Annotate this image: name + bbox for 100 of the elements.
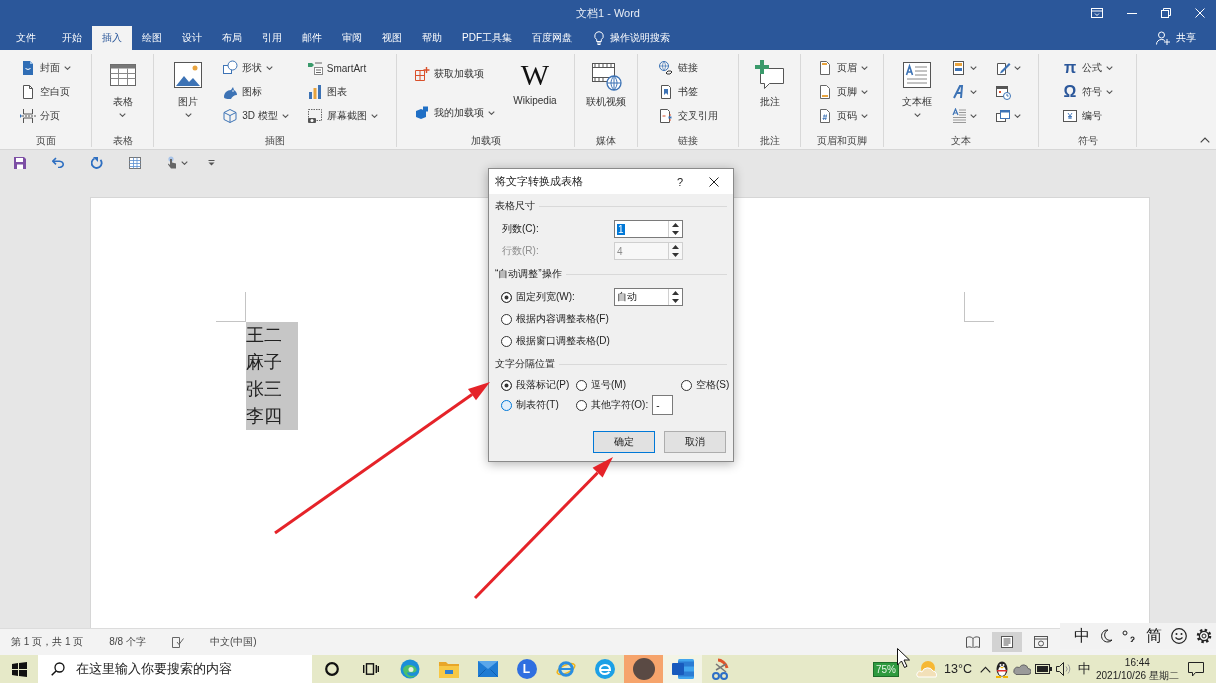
- settings-icon[interactable]: [1195, 628, 1212, 644]
- radio-button[interactable]: [681, 379, 692, 391]
- taskbar-app-button[interactable]: [663, 655, 702, 683]
- restore-icon[interactable]: [1161, 8, 1171, 18]
- customize-icon[interactable]: [208, 159, 215, 166]
- radio-button[interactable]: [501, 291, 512, 303]
- radio-option[interactable]: 根据内容调整表格(F): [501, 312, 614, 326]
- windows-logo-icon[interactable]: [11, 661, 27, 677]
- input-method-indicator[interactable]: 中: [1077, 660, 1091, 678]
- radio-option[interactable]: 固定列宽(W):: [501, 290, 614, 304]
- radio-button[interactable]: [501, 379, 512, 391]
- ribbon-button[interactable]: 形状: [219, 56, 277, 80]
- ribbon-button[interactable]: 我的加载项: [411, 100, 499, 125]
- ribbon-tab[interactable]: 百度网盘: [522, 26, 582, 50]
- ribbon-button[interactable]: 联机视频: [583, 56, 629, 134]
- search-field[interactable]: 在这里输入你要搜索的内容: [38, 655, 312, 683]
- ribbon-button[interactable]: 空白页: [17, 80, 73, 104]
- circle-icon[interactable]: [324, 662, 339, 676]
- share-button[interactable]: 共享: [1152, 26, 1200, 50]
- proofing-icon[interactable]: [171, 636, 184, 648]
- ribbon-button[interactable]: 获取加载项: [411, 61, 488, 86]
- view-button[interactable]: [992, 632, 1022, 652]
- cloud-icon[interactable]: [1012, 663, 1031, 675]
- ribbon-button[interactable]: 页眉: [813, 56, 871, 80]
- ribbon-button[interactable]: 文本框: [898, 56, 936, 134]
- script-toggle[interactable]: 简: [1145, 625, 1162, 647]
- ribbon-tab[interactable]: 布局: [212, 26, 252, 50]
- table-icon[interactable]: [129, 156, 141, 169]
- ribbon-button[interactable]: π 公式: [1059, 56, 1116, 80]
- undo-icon[interactable]: [52, 157, 65, 168]
- ribbon-tab[interactable]: 审阅: [332, 26, 372, 50]
- ribbon-button[interactable]: 页脚: [813, 80, 871, 104]
- radio-button[interactable]: [501, 313, 512, 325]
- chevron-up-icon[interactable]: [1200, 137, 1210, 143]
- hand-pointer-icon[interactable]: [167, 156, 177, 169]
- input-field[interactable]: -: [652, 395, 674, 415]
- spin-field[interactable]: 1: [614, 220, 683, 238]
- minimize-icon[interactable]: [1127, 12, 1137, 14]
- ribbon-tab[interactable]: 邮件: [292, 26, 332, 50]
- ribbon-button[interactable]: W Wikipedia: [510, 56, 560, 134]
- ribbon-tab[interactable]: 视图: [372, 26, 412, 50]
- save-icon[interactable]: [14, 156, 26, 169]
- up-arrow-icon[interactable]: [672, 223, 679, 227]
- close-icon[interactable]: [709, 176, 719, 187]
- radio-option[interactable]: 空格(S): [681, 378, 730, 392]
- speaker-icon[interactable]: [1055, 662, 1072, 676]
- temperature[interactable]: 13°C: [944, 662, 972, 676]
- up-arrow-icon[interactable]: [672, 291, 679, 295]
- smiley-icon[interactable]: [1170, 628, 1187, 644]
- ribbon-button[interactable]: 图表: [303, 80, 350, 104]
- radio-option[interactable]: 段落标记(P): [501, 378, 570, 392]
- caret-icon[interactable]: [181, 160, 188, 165]
- radio-option[interactable]: 逗号(M): [576, 378, 626, 392]
- ribbon-button[interactable]: 3D 模型: [219, 104, 292, 128]
- ribbon-button[interactable]: 编号: [1059, 104, 1105, 128]
- penguin-icon[interactable]: [994, 660, 1009, 678]
- radio-button[interactable]: [501, 399, 512, 411]
- notification-icon[interactable]: [1188, 661, 1204, 677]
- ribbon-tab[interactable]: 开始: [52, 26, 92, 50]
- language[interactable]: 中文(中国): [209, 635, 257, 649]
- clock-time[interactable]: 16:44: [1124, 656, 1150, 669]
- dialog-button[interactable]: 取消: [664, 431, 726, 453]
- radio-option[interactable]: 其他字符(O):: [576, 398, 649, 412]
- ribbon-tab[interactable]: 帮助: [412, 26, 452, 50]
- ribbon-button[interactable]: 页码: [813, 104, 871, 128]
- input-mode-toggle[interactable]: 中: [1074, 625, 1090, 647]
- ribbon-button[interactable]: 图标: [219, 80, 266, 104]
- punctuation-icon[interactable]: [1122, 630, 1137, 642]
- moon-icon[interactable]: [1099, 629, 1114, 643]
- ribbon-button[interactable]: 分页: [17, 104, 63, 128]
- ribbon-button[interactable]: 图片: [169, 56, 208, 134]
- caret-up-icon[interactable]: [979, 665, 991, 673]
- ribbon-button[interactable]: 书签: [655, 80, 701, 104]
- ribbon-tab[interactable]: 文件: [6, 26, 46, 50]
- taskbar-app-button[interactable]: L: [507, 655, 546, 683]
- ribbon-button[interactable]: 交叉引用: [655, 104, 721, 128]
- ribbon-button[interactable]: 封面: [17, 56, 74, 80]
- clock-date[interactable]: 2021/10/26 星期二: [1095, 669, 1179, 682]
- spin-field[interactable]: 自动: [614, 288, 683, 306]
- radio-button[interactable]: [576, 399, 587, 411]
- taskbar-app-button[interactable]: [624, 655, 663, 683]
- radio-option[interactable]: 根据窗口调整表格(D): [501, 334, 614, 348]
- radio-button[interactable]: [576, 379, 587, 391]
- ribbon-button[interactable]: Ω 符号: [1059, 80, 1116, 104]
- ribbon-button[interactable]: 批注: [750, 56, 789, 134]
- ribbon-tab[interactable]: 绘图: [132, 26, 172, 50]
- task-view-icon[interactable]: [362, 663, 379, 675]
- ribbon-tab[interactable]: 插入: [92, 26, 132, 50]
- ribbon-button[interactable]: 表格: [103, 56, 142, 134]
- radio-button[interactable]: [501, 335, 512, 347]
- ribbon-button[interactable]: 链接: [655, 56, 701, 80]
- help-button[interactable]: ?: [676, 175, 683, 188]
- down-arrow-icon[interactable]: [672, 231, 679, 235]
- tell-me-button[interactable]: 操作说明搜索: [590, 26, 674, 50]
- dialog-button[interactable]: 确定: [593, 431, 655, 453]
- ribbon-tab[interactable]: 设计: [172, 26, 212, 50]
- down-arrow-icon[interactable]: [672, 299, 679, 303]
- ribbon-button[interactable]: 屏幕截图: [303, 104, 381, 128]
- radio-option[interactable]: 制表符(T): [501, 398, 559, 412]
- ribbon-tab[interactable]: PDF工具集: [452, 26, 522, 50]
